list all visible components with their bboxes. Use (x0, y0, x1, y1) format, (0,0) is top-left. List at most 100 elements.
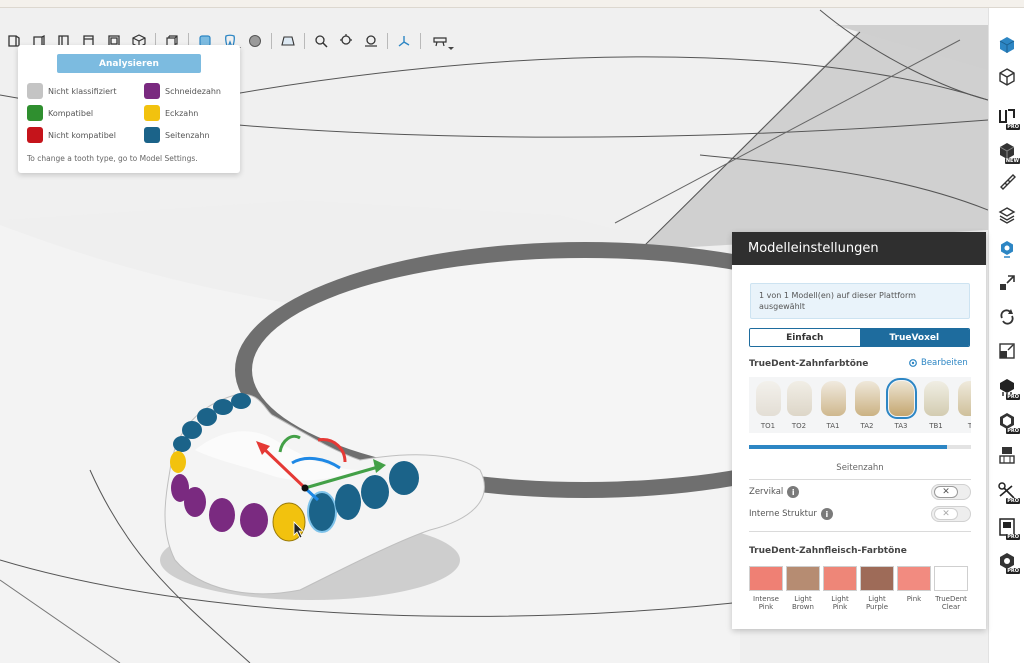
move-button[interactable] (995, 270, 1019, 296)
zoom-icon (315, 35, 328, 48)
pro-badge: PRO (1006, 394, 1020, 400)
gum-option[interactable]: TrueDent Clear (934, 566, 968, 611)
platform-button[interactable] (276, 30, 300, 52)
gum-label: Light Purple (865, 595, 889, 611)
right-toolbar: PRO NEW PRO PRO PRO PRO PRO (988, 8, 1024, 663)
shade-label: TA3 (894, 422, 908, 430)
legend-label: Nicht klassifiziert (48, 86, 117, 96)
gum-swatch (823, 566, 857, 591)
model-outline-button[interactable] (995, 64, 1019, 90)
gum-swatch (860, 566, 894, 591)
gum-option[interactable]: Light Purple (860, 566, 894, 611)
gum-label: Light Pink (831, 595, 849, 611)
legend-item: Seitenzahn (144, 127, 210, 143)
legend-swatch (27, 105, 43, 121)
shade-option[interactable]: TO1 (753, 381, 783, 433)
tooth-type-label: Seitenzahn (836, 463, 884, 473)
interne-struktur-toggle[interactable]: ✕ (931, 506, 971, 522)
legend-label: Nicht kompatibel (48, 130, 116, 140)
info-icon[interactable]: i (787, 486, 800, 498)
shade-option-selected[interactable]: TA3 (885, 378, 917, 433)
shade-option[interactable]: TA2 (852, 381, 882, 433)
gear-icon (909, 359, 917, 367)
gum-label: Intense Pink (753, 595, 779, 611)
sphere-button[interactable] (243, 30, 267, 52)
zoom-all-button[interactable] (334, 30, 358, 52)
label-button[interactable]: PRO (995, 514, 1020, 540)
legend-item: Kompatibel (27, 105, 93, 121)
legend-label: Schneidezahn (165, 86, 222, 96)
axis-icon (398, 36, 410, 47)
shade-label: TA2 (860, 422, 874, 430)
model-settings-button[interactable] (995, 236, 1019, 262)
toggle-knob: ✕ (934, 486, 958, 498)
gum-option[interactable]: Pink (897, 566, 931, 603)
selection-info: 1 von 1 Modell(en) auf dieser Plattform … (750, 283, 970, 319)
tab-truevoxel[interactable]: TrueVoxel (859, 329, 969, 346)
zoom-all-icon (340, 34, 352, 45)
pro-badge: PRO (1006, 568, 1020, 574)
shade-swatch (786, 381, 812, 416)
tooth-type-legend: Analysieren Nicht klassifiziert Schneide… (18, 45, 240, 173)
edit-link[interactable]: Bearbeiten (908, 358, 968, 368)
pro-badge: PRO (1006, 498, 1020, 504)
tooth-shades-title: TrueDent-Zahnfarbtöne (749, 359, 869, 369)
layers-button[interactable] (995, 202, 1019, 228)
layout-button[interactable]: PRO (995, 104, 1020, 130)
toolbar-divider (387, 33, 388, 49)
shade-option[interactable]: T (955, 381, 971, 433)
legend-swatch (144, 83, 160, 99)
support-button[interactable]: PRO (995, 374, 1020, 400)
zervikal-toggle[interactable]: ✕ (931, 484, 971, 500)
shade-option[interactable]: TB1 (921, 381, 951, 433)
gum-label: Pink (906, 595, 922, 603)
shade-option[interactable]: TO2 (784, 381, 814, 433)
gum-swatch (897, 566, 931, 591)
rotate-button[interactable] (995, 304, 1019, 330)
option-row-interne-struktur: Interne Struktur i ✕ (749, 506, 971, 522)
scrollbar-thumb[interactable] (749, 445, 947, 449)
gum-shades-title: TrueDent-Zahnfleisch-Farbtöne (749, 546, 907, 556)
cut-button[interactable]: PRO (995, 478, 1020, 504)
shade-option[interactable]: TA1 (818, 381, 848, 433)
tab-simple[interactable]: Einfach (750, 329, 860, 346)
shade-swatch (923, 381, 949, 416)
shade-scrollbar[interactable] (749, 445, 971, 449)
gum-option[interactable]: Intense Pink (749, 566, 783, 611)
scale-button[interactable] (995, 338, 1019, 364)
legend-swatch (27, 83, 43, 99)
lattice-button[interactable] (995, 442, 1019, 468)
shade-label: TO2 (791, 422, 807, 430)
tooth-shade-list: TO1 TO2 TA1 TA2 TA3 TB1 T (749, 377, 971, 433)
repair-button[interactable]: PRO (995, 548, 1020, 574)
divider (749, 479, 971, 480)
hollow-button[interactable]: PRO (995, 408, 1020, 434)
rotate-icon (1000, 309, 1014, 325)
pro-badge: PRO (1006, 124, 1020, 130)
zoom-selection-button[interactable] (359, 30, 383, 52)
add-model-button[interactable] (995, 32, 1019, 58)
edit-link-label: Bearbeiten (921, 358, 968, 368)
mode-switch: Einfach TrueVoxel (749, 328, 970, 347)
option-label: Zervikal (749, 487, 784, 497)
orient-button[interactable]: NEW (995, 138, 1020, 164)
shade-swatch (755, 381, 781, 416)
model-settings-panel: Modelleinstellungen 1 von 1 Modell(en) a… (732, 232, 986, 629)
axis-button[interactable] (392, 30, 416, 52)
move-icon (1000, 275, 1015, 290)
gum-option[interactable]: Light Pink (823, 566, 857, 611)
zoom-button[interactable] (309, 30, 333, 52)
legend-swatch (144, 105, 160, 121)
new-badge: NEW (1004, 158, 1020, 164)
zoom-selection-icon (365, 35, 377, 47)
legend-item: Schneidezahn (144, 83, 221, 99)
gum-option[interactable]: Light Brown (786, 566, 820, 611)
info-icon[interactable]: i (820, 508, 833, 520)
legend-swatch (27, 127, 43, 143)
analyze-button[interactable]: Analysieren (57, 54, 201, 73)
lattice-icon (999, 447, 1015, 464)
shade-swatch (854, 381, 880, 416)
legend-item: Nicht kompatibel (27, 127, 116, 143)
measure-button[interactable] (995, 168, 1019, 194)
camera-button[interactable] (425, 30, 455, 52)
